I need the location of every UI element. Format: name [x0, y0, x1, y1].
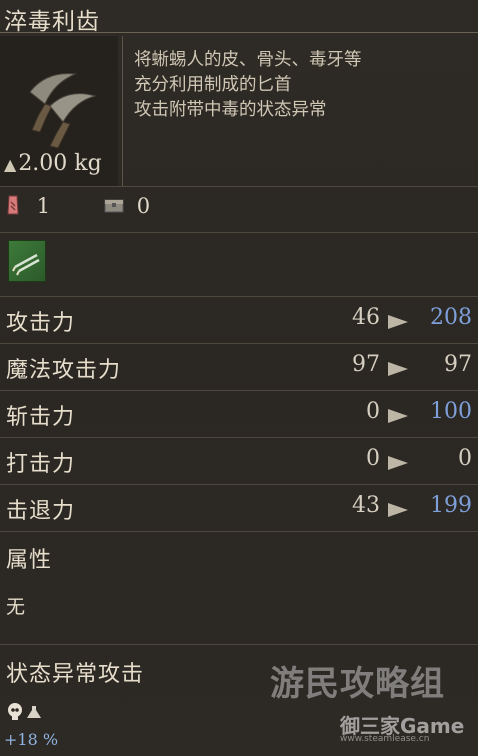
status-attack-label: 状态异常攻击 — [6, 662, 145, 687]
poison-skull-icon — [8, 703, 41, 720]
description-divider — [122, 36, 123, 186]
stat-row-knockdown: 击退力 43 199 — [6, 493, 472, 524]
item-weight: ▲2.00 kg — [4, 151, 102, 176]
attribute-label: 属性 — [6, 548, 53, 573]
stat-row-magic-attack: 魔法攻击力 97 97 — [6, 352, 472, 383]
stat-row-strike: 打击力 0 0 — [6, 446, 472, 477]
arrow-right-icon — [388, 409, 408, 423]
arrow-right-icon — [388, 362, 408, 376]
twin-daggers-icon — [29, 73, 97, 149]
stat-row-attack: 攻击力 46 208 — [6, 305, 472, 336]
arrow-right-icon — [388, 315, 408, 329]
watermark-text: 游民攻略组 — [270, 664, 445, 704]
stat-row-slash: 斩击力 0 100 — [6, 399, 472, 430]
watermark-url: www.steamlease.cn — [340, 734, 430, 744]
description-line: 攻击附带中毒的状态异常 — [134, 100, 327, 120]
dagger-class-badge-icon — [8, 240, 46, 282]
item-detail-panel: 淬毒利齿 将蜥蜴人的皮、骨头、毒牙等 充分利用制成的匕首 攻击附带中毒的状态异常… — [0, 0, 478, 756]
item-description: 将蜥蜴人的皮、骨头、毒牙等 充分利用制成的匕首 攻击附带中毒的状态异常 — [134, 48, 362, 123]
section-divider — [0, 186, 478, 187]
section-divider — [0, 531, 478, 532]
title-divider — [0, 32, 478, 33]
arrow-right-icon — [388, 503, 408, 517]
attribute-value: 无 — [6, 596, 27, 618]
description-line: 将蜥蜴人的皮、骨头、毒牙等 — [134, 50, 362, 70]
section-divider — [0, 232, 478, 233]
section-divider — [0, 644, 478, 645]
arrow-right-icon — [388, 456, 408, 470]
description-line: 充分利用制成的匕首 — [134, 75, 292, 95]
weight-icon: ▲ — [4, 155, 17, 174]
item-name: 淬毒利齿 — [4, 9, 100, 35]
weight-value: 2.00 kg — [18, 151, 102, 176]
storage-count: 0 — [104, 194, 150, 218]
inventory-bag-icon — [7, 195, 19, 215]
owned-count: 1 — [6, 194, 50, 218]
storage-chest-icon — [104, 199, 124, 213]
status-attack-value: +18 % — [4, 730, 59, 749]
